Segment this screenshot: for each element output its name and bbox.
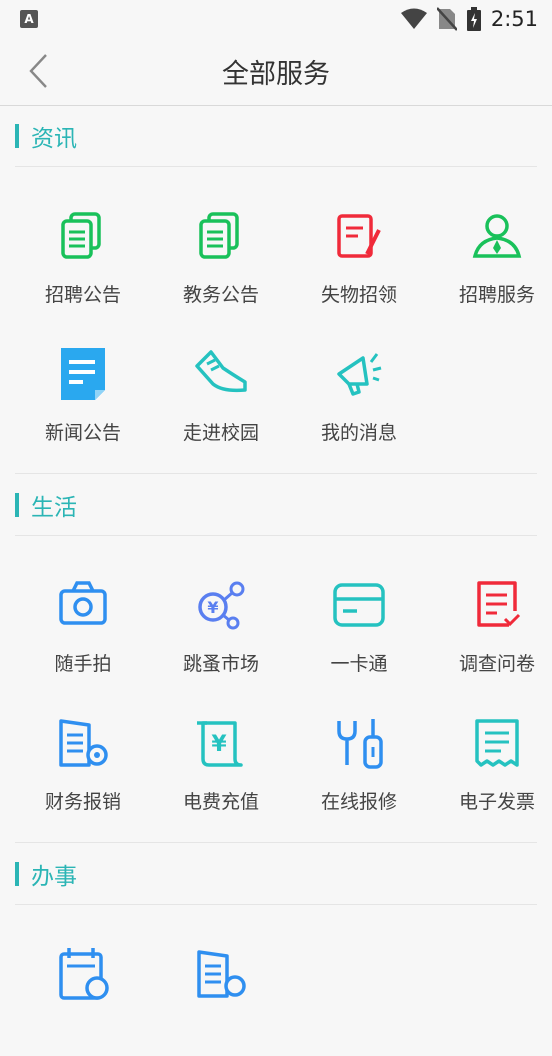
back-button[interactable]	[22, 52, 56, 90]
tile-my-messages[interactable]: 我的消息	[290, 346, 428, 456]
calendar-clock-icon	[59, 948, 109, 1000]
tile-label: 我的消息	[320, 422, 397, 444]
tile-label: 调查问卷	[458, 653, 535, 675]
battery-charging-icon	[466, 7, 481, 31]
section-accent-bar	[15, 493, 19, 517]
wifi-icon	[400, 8, 427, 29]
section-divider	[15, 473, 537, 474]
status-bar: A 2:51	[0, 0, 552, 38]
tile-label: 招聘公告	[44, 284, 121, 306]
yuan-scroll-icon: ¥	[197, 721, 243, 767]
tile-affairs-1[interactable]	[14, 946, 152, 1056]
title-bar: 全部服务	[0, 38, 552, 106]
tile-label: 跳蚤市场	[182, 653, 259, 675]
tile-news-notice[interactable]: 新闻公告	[14, 346, 152, 456]
tile-electricity-topup[interactable]: ¥ 电费充值	[152, 715, 290, 825]
section-header-life: 生活	[15, 475, 537, 536]
section-accent-bar	[15, 862, 19, 886]
tile-label: 电子发票	[458, 791, 535, 813]
camera-icon	[59, 581, 107, 625]
document-stack-icon	[61, 212, 101, 259]
section-header-affairs: 办事	[15, 844, 537, 905]
tile-label: 新闻公告	[44, 422, 121, 444]
person-tie-icon	[472, 214, 522, 258]
tile-online-repair[interactable]: 在线报修	[290, 715, 428, 825]
tile-survey[interactable]: 调查问卷	[428, 577, 552, 687]
a-notification-icon: A	[20, 10, 38, 28]
document-stack-icon	[199, 212, 239, 259]
section-title: 生活	[31, 495, 77, 521]
status-time: 2:51	[490, 7, 538, 31]
tile-label: 招聘服务	[458, 284, 535, 306]
tile-campus-tour[interactable]: 走进校园	[152, 346, 290, 456]
section-title: 资讯	[31, 126, 77, 152]
building-gear-icon	[59, 719, 108, 767]
news-card-icon	[61, 348, 105, 400]
page-title: 全部服务	[222, 59, 330, 90]
tile-campus-card[interactable]: 一卡通	[290, 577, 428, 687]
tile-snapshot[interactable]: 随手拍	[14, 577, 152, 687]
section-accent-bar	[15, 124, 19, 148]
notepad-pen-icon	[337, 214, 381, 258]
sneaker-icon	[195, 350, 247, 393]
section-title: 办事	[31, 864, 77, 890]
tile-recruit-service[interactable]: 招聘服务	[428, 208, 552, 318]
tile-reimbursement[interactable]: 财务报销	[14, 715, 152, 825]
megaphone-icon	[337, 353, 382, 396]
building-gear-icon	[197, 950, 246, 998]
survey-check-icon	[477, 581, 521, 627]
tile-label: 电费充值	[182, 791, 259, 813]
tile-e-invoice[interactable]: 电子发票	[428, 715, 552, 825]
tile-label: 财务报销	[44, 791, 121, 813]
tile-label: 教务公告	[182, 284, 259, 306]
tile-flea-market[interactable]: ¥ 跳蚤市场	[152, 577, 290, 687]
section-divider	[15, 842, 537, 843]
svg-text:¥: ¥	[207, 598, 218, 617]
receipt-icon	[475, 719, 519, 767]
tile-label: 一卡通	[330, 653, 388, 675]
tile-label: 失物招领	[320, 284, 397, 306]
yuan-share-icon: ¥	[198, 581, 245, 630]
tile-label: 在线报修	[320, 791, 397, 813]
tile-label: 随手拍	[54, 653, 112, 675]
no-sim-icon	[436, 7, 457, 31]
card-icon	[333, 583, 385, 627]
status-icons: 2:51	[400, 7, 538, 31]
tile-label: 走进校园	[182, 422, 259, 444]
tile-recruit-notice[interactable]: 招聘公告	[14, 208, 152, 318]
chevron-left-icon	[29, 54, 47, 88]
svg-text:¥: ¥	[211, 732, 227, 757]
tile-lost-and-found[interactable]: 失物招领	[290, 208, 428, 318]
tile-academic-notice[interactable]: 教务公告	[152, 208, 290, 318]
wrench-tool-icon	[337, 719, 383, 769]
section-header-news: 资讯	[15, 106, 537, 167]
tile-affairs-2[interactable]	[152, 946, 290, 1056]
